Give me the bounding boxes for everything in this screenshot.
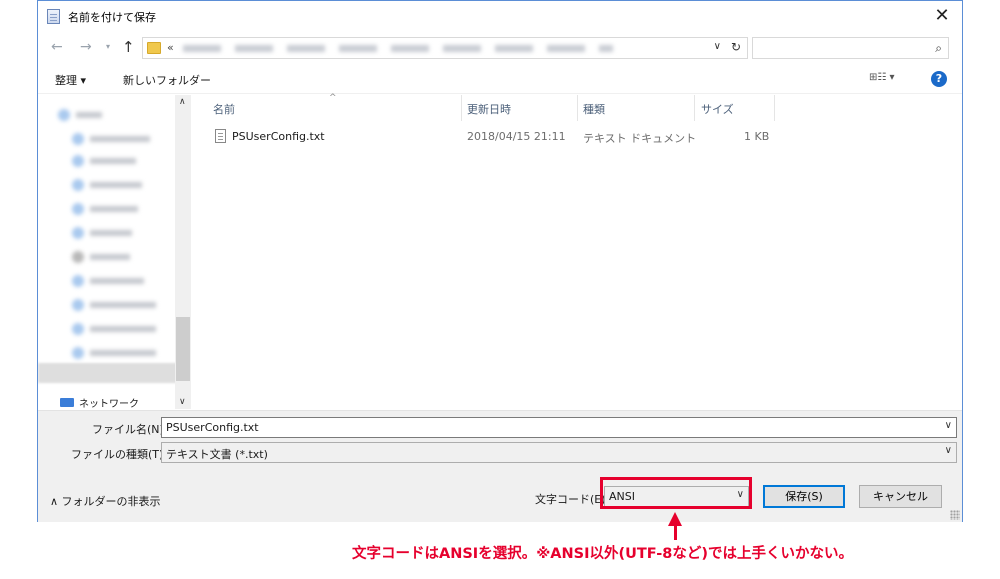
folder-icon [72,155,84,167]
save-button[interactable]: 保存(S) [763,485,845,508]
save-options-panel: ファイル名(N): PSUserConfig.txt ∨ ファイルの種類(T):… [38,410,962,522]
drive-icon [72,275,84,287]
hide-folders-button[interactable]: ∧ フォルダーの非表示 [50,493,161,509]
folder-icon [72,227,84,239]
scroll-down-icon[interactable]: ∨ [179,397,186,407]
column-header-name[interactable]: 名前 [213,101,235,117]
encoding-label: 文字コード(E): [535,493,610,506]
nav-item[interactable] [72,133,150,145]
view-options-button[interactable]: ⊞☷ ▾ [869,72,895,83]
drive-icon [72,299,84,311]
drive-icon [72,251,84,263]
up-arrow-icon[interactable]: ↑ [122,38,135,56]
search-input[interactable]: ⌕ [752,37,949,59]
sort-ascending-icon: ^ [329,93,337,103]
nav-item[interactable] [72,275,144,287]
forward-arrow-icon[interactable]: → [80,39,92,55]
pc-icon [58,109,70,121]
file-date: 2018/04/15 21:11 [467,130,566,143]
column-header-type[interactable]: 種類 [583,101,605,117]
filetype-value: テキスト文書 (*.txt) [166,448,268,461]
filetype-label: ファイルの種類(T): [71,448,168,461]
help-icon[interactable]: ? [931,71,947,87]
filename-label: ファイル名(N): [92,423,168,436]
file-list: ^ 名前 更新日時 種類 サイズ PSUserConfig.txt 2018/0… [192,93,962,409]
column-header-size[interactable]: サイズ [701,101,734,117]
filetype-select[interactable]: テキスト文書 (*.txt) ∨ [161,442,957,463]
blurred-path [183,45,613,52]
folder-icon [72,203,84,215]
folder-icon [147,42,161,54]
nav-item[interactable] [72,299,156,311]
nav-item-selected[interactable] [38,363,178,383]
file-row[interactable]: PSUserConfig.txt 2018/04/15 21:11 テキスト ド… [192,127,962,147]
nav-item[interactable] [72,347,156,359]
column-header-date[interactable]: 更新日時 [467,101,511,117]
address-dropdown-icon[interactable]: ∨ [714,41,721,52]
path-overflow-chevron[interactable]: « [167,41,174,54]
chevron-down-icon[interactable]: ∨ [945,445,952,456]
nav-item[interactable] [72,323,156,335]
window-title: 名前を付けて保存 [68,11,156,24]
encoding-highlight-box [600,477,752,509]
scroll-up-icon[interactable]: ∧ [179,97,186,107]
new-folder-button[interactable]: 新しいフォルダー [123,72,211,88]
nav-item[interactable] [58,109,102,121]
text-file-icon [215,129,226,143]
chevron-down-icon[interactable]: ∨ [945,420,952,431]
navigation-pane: ネットワーク [38,95,191,409]
nav-item-network[interactable]: ネットワーク [60,395,139,409]
recent-locations-chevron-icon[interactable]: ▾ [106,42,110,51]
close-button[interactable]: ✕ [928,3,956,29]
nav-item[interactable] [72,155,136,167]
nav-item[interactable] [72,179,142,191]
up-arrow-icon [668,512,682,526]
scroll-thumb[interactable] [176,317,190,381]
resize-grip-icon[interactable] [950,510,960,520]
back-arrow-icon[interactable]: ← [51,39,63,55]
file-name: PSUserConfig.txt [232,130,325,143]
refresh-icon[interactable]: ↻ [731,40,741,54]
file-size: 1 KB [744,130,770,143]
command-toolbar: 整理 ▾ 新しいフォルダー ⊞☷ ▾ ? [38,64,962,94]
nav-item[interactable] [72,227,132,239]
file-type: テキスト ドキュメント [583,132,697,145]
drive-icon [72,323,84,335]
filename-value: PSUserConfig.txt [166,421,259,434]
nav-scrollbar[interactable]: ∧ ∨ [175,95,191,409]
nav-item[interactable] [72,203,138,215]
cancel-button[interactable]: キャンセル [859,485,942,508]
save-as-dialog: 名前を付けて保存 ✕ ← → ▾ ↑ « ∨ ↻ ⌕ 整理 ▾ 新しいフォルダー… [37,0,963,522]
title-bar: 名前を付けて保存 ✕ [38,1,962,32]
address-bar: ← → ▾ ↑ « ∨ ↻ ⌕ [38,33,962,63]
nav-item-label: ネットワーク [79,399,139,409]
search-icon: ⌕ [935,41,942,55]
address-field[interactable]: « ∨ ↻ [142,37,748,59]
annotation-note: 文字コードはANSIを選択。※ANSI以外(UTF-8など)では上手くいかない。 [352,546,853,562]
drive-icon [72,347,84,359]
network-icon [60,398,74,407]
folder-icon [72,133,84,145]
organize-menu[interactable]: 整理 ▾ [55,72,86,88]
notepad-icon [47,9,60,24]
filename-input[interactable]: PSUserConfig.txt ∨ [161,417,957,438]
annotation-arrow-shaft [674,525,677,540]
nav-item[interactable] [72,251,130,263]
folder-icon [72,179,84,191]
